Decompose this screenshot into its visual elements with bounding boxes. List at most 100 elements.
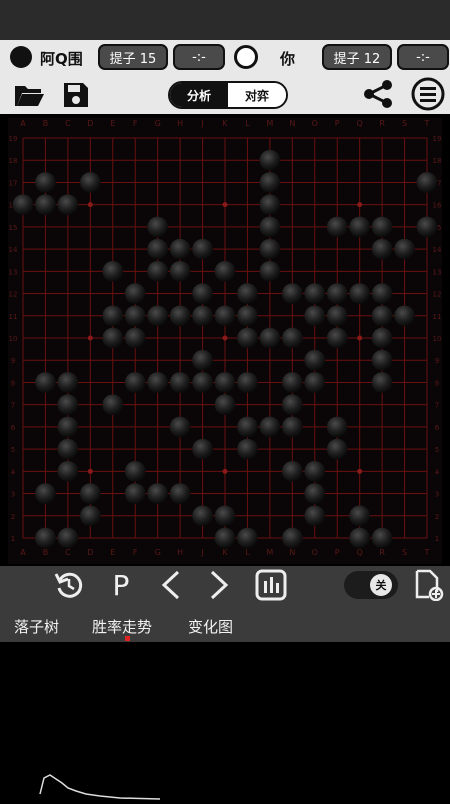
black-stone (192, 283, 213, 304)
col-label: A (20, 548, 26, 557)
black-stone (259, 327, 281, 349)
black-stone (349, 283, 370, 304)
col-label: L (245, 119, 250, 128)
row-label: 11 (9, 313, 18, 321)
black-stone (214, 505, 236, 527)
black-stone (57, 194, 79, 215)
row-label: 6 (11, 424, 16, 432)
winrate-graph-line (39, 774, 161, 800)
black-stone (124, 372, 146, 393)
black-stone (304, 349, 326, 371)
analysis-toggle[interactable]: 关 (344, 571, 398, 599)
share-icon[interactable] (360, 78, 396, 110)
black-stone (214, 261, 236, 282)
black-stone (102, 261, 124, 282)
black-stone (349, 216, 370, 238)
white-captures-pill[interactable]: 提子 12 (322, 44, 392, 70)
col-label: K (222, 548, 228, 557)
black-stone (169, 416, 191, 438)
black-stone (304, 505, 326, 527)
stats-icon[interactable] (254, 568, 288, 602)
black-stone (282, 527, 303, 549)
mode-switch: 分析 对弈 (168, 81, 288, 109)
black-stone (192, 305, 213, 327)
black-stone (259, 149, 281, 171)
col-label: A (20, 119, 26, 128)
black-stone (147, 372, 168, 393)
folder-open-icon[interactable] (12, 80, 46, 110)
tab-winrate-trend[interactable]: 胜率走势 (92, 616, 152, 637)
black-stone (169, 305, 191, 327)
black-captures-pill[interactable]: 提子 15 (98, 44, 168, 70)
row-label: 12 (9, 291, 18, 299)
black-stone (282, 283, 303, 304)
row-label: 17 (9, 179, 18, 187)
black-stone (124, 461, 146, 482)
black-stone (102, 394, 124, 415)
black-stone (147, 216, 168, 238)
row-label: 15 (9, 224, 18, 232)
col-label: L (245, 548, 250, 557)
black-stone (237, 327, 258, 349)
black-stone (80, 505, 101, 527)
black-stone (304, 372, 326, 393)
black-stone (192, 238, 213, 260)
black-stone (394, 305, 415, 327)
row-label: 19 (433, 135, 442, 143)
pass-button[interactable]: P (106, 568, 136, 602)
undo-icon[interactable] (52, 568, 86, 602)
tab-move-tree[interactable]: 落子树 (14, 616, 59, 637)
tab-analysis[interactable]: 分析 (170, 83, 228, 107)
go-board[interactable]: A A B B C C D D E E F F G G H H J J K K L L M M N N O O P P Q Q R R S S T T 19… (8, 118, 442, 564)
row-label: 8 (11, 379, 15, 387)
row-label: 7 (11, 402, 15, 410)
tab-variation-graph[interactable]: 变化图 (188, 616, 233, 637)
winrate-graph (0, 644, 450, 800)
col-label: D (87, 548, 93, 557)
tab-play[interactable]: 对弈 (228, 83, 286, 107)
white-player-name: 你 (280, 50, 296, 68)
black-stone (326, 216, 348, 238)
star-point (357, 468, 363, 474)
row-label: 13 (9, 268, 18, 276)
new-file-icon[interactable] (410, 568, 446, 602)
black-stone (259, 194, 281, 215)
row-label: 2 (435, 513, 439, 521)
star-point (357, 335, 363, 341)
black-stone (326, 305, 348, 327)
black-stone (326, 327, 348, 349)
black-stone (237, 283, 258, 304)
col-label: O (312, 119, 318, 128)
black-stone (169, 238, 191, 260)
black-stone (371, 283, 393, 304)
row-label: 11 (433, 313, 442, 321)
black-stone (124, 483, 146, 504)
col-label: F (133, 548, 138, 557)
board-canvas[interactable]: AABBCCDDEEFFGGHHJJKKLLMMNNOOPPQQRRSSTT19… (8, 118, 442, 564)
black-stone (416, 216, 438, 238)
row-label: 5 (11, 446, 15, 454)
next-icon[interactable] (204, 568, 234, 602)
col-label: C (65, 119, 71, 128)
col-label: G (155, 548, 161, 557)
black-stone (124, 327, 146, 349)
white-stone-icon (234, 45, 258, 69)
row-label: 4 (11, 468, 16, 476)
black-stone (57, 372, 79, 393)
prev-icon[interactable] (156, 568, 186, 602)
black-stone (192, 505, 213, 527)
black-stone (259, 261, 281, 282)
row-label: 16 (433, 202, 442, 210)
black-stone (259, 238, 281, 260)
row-label: 6 (435, 424, 440, 432)
row-label: 19 (9, 135, 18, 143)
menu-icon[interactable] (410, 76, 446, 112)
star-point (222, 468, 228, 474)
col-label: S (402, 119, 407, 128)
black-stone (35, 194, 56, 215)
save-icon[interactable] (60, 80, 92, 110)
col-label: Q (357, 548, 363, 557)
black-stone (57, 416, 79, 438)
toggle-label: 关 (370, 574, 392, 596)
star-point (87, 468, 93, 474)
